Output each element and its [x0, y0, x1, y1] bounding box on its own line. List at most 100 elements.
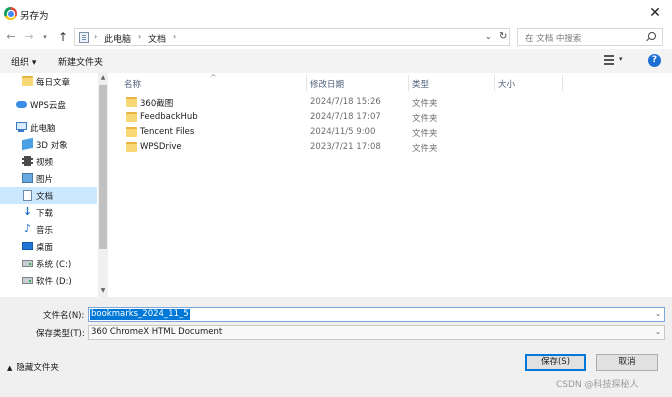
- file-modified-date: 2023/7/21 17:08: [310, 142, 381, 152]
- new-folder-button[interactable]: 新建文件夹: [58, 55, 103, 68]
- cloud-icon: [16, 101, 27, 108]
- sidebar-item-label: 此电脑: [30, 124, 56, 134]
- address-bar[interactable]: › 此电脑 › 文档 › ⌄ ↻: [74, 28, 510, 46]
- sidebar-item-music[interactable]: ♪ 音乐: [0, 221, 97, 238]
- breadcrumb-separator-icon[interactable]: ›: [173, 32, 176, 41]
- chevron-up-icon: ▲: [7, 364, 13, 372]
- watermark: CSDN @科技探秘人: [556, 380, 639, 390]
- scroll-down-arrow-icon[interactable]: ▼: [98, 287, 108, 294]
- sidebar-item-this-pc[interactable]: 此电脑: [0, 119, 97, 136]
- save-button[interactable]: 保存(S): [525, 354, 586, 371]
- up-arrow-icon[interactable]: ↑: [56, 29, 70, 45]
- title-bar: 另存为 ✕: [0, 0, 672, 27]
- file-row[interactable]: WPSDrive 2023/7/21 17:08 文件夹: [110, 140, 580, 155]
- refresh-icon[interactable]: ↻: [499, 31, 507, 42]
- sidebar-item-pictures[interactable]: 图片: [0, 170, 97, 187]
- file-type: 文件夹: [412, 144, 438, 154]
- file-name: 360截图: [140, 99, 174, 109]
- filename-input[interactable]: bookmarks_2024_11_5 ⌄: [88, 307, 665, 322]
- computer-icon: [16, 122, 27, 132]
- file-row[interactable]: 360截图 2024/7/18 15:26 文件夹: [110, 95, 580, 110]
- sidebar-item-documents[interactable]: 文档: [0, 187, 97, 204]
- filename-value: bookmarks_2024_11_5: [90, 309, 190, 320]
- cancel-button[interactable]: 取消: [596, 354, 658, 371]
- pictures-icon: [22, 173, 33, 183]
- close-button[interactable]: ✕: [646, 4, 664, 22]
- sidebar-item-label: 软件 (D:): [36, 277, 72, 287]
- sidebar-item-label: 每日文章: [36, 78, 71, 88]
- command-toolbar: 组织 ▾ 新建文件夹 ▾ ?: [0, 49, 672, 73]
- sidebar-item-label: 音乐: [36, 226, 54, 236]
- folder-icon: [126, 142, 137, 152]
- desktop-icon: [22, 242, 33, 250]
- file-modified-date: 2024/7/18 15:26: [310, 97, 381, 107]
- hide-folders-label: 隐藏文件夹: [16, 363, 59, 373]
- sort-ascending-icon: ^: [210, 73, 217, 82]
- forward-arrow-icon[interactable]: →: [22, 29, 36, 45]
- download-icon: ↓: [22, 205, 33, 218]
- sidebar-item-downloads[interactable]: ↓ 下载: [0, 204, 97, 221]
- file-modified-date: 2024/7/18 17:07: [310, 112, 381, 122]
- breadcrumb-this-pc[interactable]: 此电脑: [104, 32, 131, 45]
- column-header-name[interactable]: 名称: [124, 78, 141, 90]
- breadcrumb-separator-icon[interactable]: ›: [94, 32, 97, 41]
- search-icon[interactable]: [648, 32, 656, 40]
- sidebar-scrollbar-thumb[interactable]: [99, 85, 107, 249]
- search-input[interactable]: 在 文档 中搜索: [517, 28, 663, 46]
- browser-app-icon: [4, 7, 17, 20]
- sidebar-item-label: 3D 对象: [36, 141, 68, 151]
- file-type: 文件夹: [412, 99, 438, 109]
- sidebar-item-label: 图片: [36, 175, 54, 185]
- organize-menu-button[interactable]: 组织 ▾: [11, 55, 36, 68]
- sidebar-item-label: 下载: [36, 209, 54, 219]
- folder-icon: [126, 97, 137, 107]
- chevron-down-icon[interactable]: ⌄: [655, 328, 661, 336]
- filetype-value: 360 ChromeX HTML Document: [91, 327, 223, 337]
- documents-location-icon: [79, 32, 89, 43]
- scroll-up-arrow-icon[interactable]: ▲: [98, 74, 108, 81]
- file-modified-date: 2024/11/5 9:00: [310, 127, 376, 137]
- back-arrow-icon[interactable]: ←: [4, 29, 18, 45]
- hide-folders-toggle[interactable]: ▲ 隐藏文件夹: [7, 361, 59, 373]
- sidebar-item-drive-d[interactable]: 软件 (D:): [0, 272, 97, 289]
- recent-locations-chevron-icon[interactable]: ▾: [40, 29, 50, 45]
- sidebar-item-label: 视频: [36, 158, 54, 168]
- file-name: WPSDrive: [140, 142, 182, 152]
- file-name: FeedbackHub: [140, 112, 198, 122]
- column-divider[interactable]: [562, 75, 563, 91]
- sidebar-item-label: 系统 (C:): [36, 260, 72, 270]
- sidebar-item-label: WPS云盘: [30, 101, 66, 111]
- column-divider[interactable]: [408, 75, 409, 91]
- file-row[interactable]: Tencent Files 2024/11/5 9:00 文件夹: [110, 125, 580, 140]
- sidebar-item-drive-c[interactable]: 系统 (C:): [0, 255, 97, 272]
- column-divider[interactable]: [306, 75, 307, 91]
- filetype-select[interactable]: 360 ChromeX HTML Document ⌄: [88, 325, 665, 340]
- file-type: 文件夹: [412, 114, 438, 124]
- search-placeholder: 在 文档 中搜索: [525, 34, 582, 44]
- address-dropdown-icon[interactable]: ⌄: [485, 32, 492, 41]
- folder-icon: [126, 112, 137, 122]
- sidebar-item-videos[interactable]: 视频: [0, 153, 97, 170]
- sidebar-item-label: 桌面: [36, 243, 54, 253]
- column-header-size[interactable]: 大小: [498, 78, 515, 90]
- file-row[interactable]: FeedbackHub 2024/7/18 17:07 文件夹: [110, 110, 580, 125]
- file-type: 文件夹: [412, 129, 438, 139]
- chevron-down-icon[interactable]: ⌄: [655, 310, 661, 318]
- column-header-date[interactable]: 修改日期: [310, 78, 344, 90]
- column-divider[interactable]: [494, 75, 495, 91]
- filename-label: 文件名(N):: [43, 311, 85, 321]
- sidebar-item-3d-objects[interactable]: 3D 对象: [0, 136, 97, 153]
- column-header-type[interactable]: 类型: [412, 78, 429, 90]
- sidebar-item-daily-articles[interactable]: 每日文章: [0, 73, 97, 90]
- help-icon[interactable]: ?: [648, 54, 661, 67]
- sidebar-item-desktop[interactable]: 桌面: [0, 238, 97, 255]
- folder-icon: [22, 76, 33, 86]
- sidebar-scrollbar[interactable]: ▲ ▼: [98, 73, 108, 297]
- sidebar-item-label: 文档: [36, 192, 54, 202]
- view-options-icon[interactable]: [604, 55, 614, 65]
- breadcrumb-documents[interactable]: 文档: [148, 32, 166, 45]
- sidebar-item-wps-cloud[interactable]: WPS云盘: [0, 96, 97, 113]
- view-options-chevron-icon[interactable]: ▾: [619, 55, 623, 63]
- breadcrumb-separator-icon[interactable]: ›: [138, 32, 141, 41]
- window-title: 另存为: [20, 11, 49, 22]
